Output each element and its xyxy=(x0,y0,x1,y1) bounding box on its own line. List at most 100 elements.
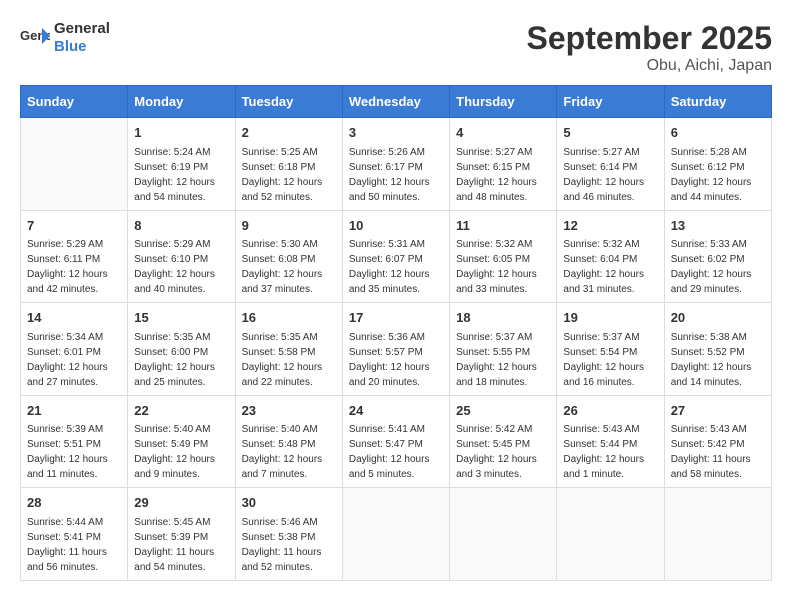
cell-info-line: Sunrise: 5:41 AM xyxy=(349,422,443,437)
cell-info-line: Sunrise: 5:46 AM xyxy=(242,515,336,530)
cell-info-line: Sunset: 5:54 PM xyxy=(563,345,657,360)
cell-info-line: Sunset: 5:42 PM xyxy=(671,437,765,452)
day-number: 25 xyxy=(456,401,550,421)
cell-info-line: Sunset: 5:41 PM xyxy=(27,530,121,545)
day-number: 23 xyxy=(242,401,336,421)
day-cell: 22Sunrise: 5:40 AMSunset: 5:49 PMDayligh… xyxy=(128,395,235,488)
day-cell: 17Sunrise: 5:36 AMSunset: 5:57 PMDayligh… xyxy=(342,303,449,396)
cell-info-line: Daylight: 12 hours xyxy=(242,360,336,375)
cell-content: 21Sunrise: 5:39 AMSunset: 5:51 PMDayligh… xyxy=(27,401,121,483)
weekday-friday: Friday xyxy=(557,86,664,118)
day-number: 30 xyxy=(242,493,336,513)
cell-info-line: Sunrise: 5:37 AM xyxy=(563,330,657,345)
cell-info-line: Sunrise: 5:35 AM xyxy=(134,330,228,345)
weekday-saturday: Saturday xyxy=(664,86,771,118)
day-cell xyxy=(21,118,128,211)
cell-info-line: and 56 minutes. xyxy=(27,560,121,575)
day-number: 3 xyxy=(349,123,443,143)
cell-info-line: Daylight: 12 hours xyxy=(671,175,765,190)
cell-info-line: and 18 minutes. xyxy=(456,375,550,390)
cell-info-line: Daylight: 12 hours xyxy=(671,360,765,375)
cell-info-line: Sunset: 6:17 PM xyxy=(349,160,443,175)
cell-info-line: and 37 minutes. xyxy=(242,282,336,297)
cell-info-line: and 27 minutes. xyxy=(27,375,121,390)
day-cell: 1Sunrise: 5:24 AMSunset: 6:19 PMDaylight… xyxy=(128,118,235,211)
cell-info-line: and 22 minutes. xyxy=(242,375,336,390)
day-cell: 13Sunrise: 5:33 AMSunset: 6:02 PMDayligh… xyxy=(664,210,771,303)
cell-info-line: and 42 minutes. xyxy=(27,282,121,297)
cell-info-line: Sunset: 6:00 PM xyxy=(134,345,228,360)
logo-icon: General xyxy=(20,26,50,50)
cell-content: 26Sunrise: 5:43 AMSunset: 5:44 PMDayligh… xyxy=(563,401,657,483)
day-cell: 19Sunrise: 5:37 AMSunset: 5:54 PMDayligh… xyxy=(557,303,664,396)
cell-info-line: Sunrise: 5:32 AM xyxy=(456,237,550,252)
cell-content: 10Sunrise: 5:31 AMSunset: 6:07 PMDayligh… xyxy=(349,216,443,298)
cell-info-line: and 48 minutes. xyxy=(456,190,550,205)
day-number: 24 xyxy=(349,401,443,421)
weekday-monday: Monday xyxy=(128,86,235,118)
cell-info-line: Sunrise: 5:34 AM xyxy=(27,330,121,345)
day-cell xyxy=(450,488,557,581)
day-cell: 23Sunrise: 5:40 AMSunset: 5:48 PMDayligh… xyxy=(235,395,342,488)
cell-content: 27Sunrise: 5:43 AMSunset: 5:42 PMDayligh… xyxy=(671,401,765,483)
cell-content: 28Sunrise: 5:44 AMSunset: 5:41 PMDayligh… xyxy=(27,493,121,575)
week-row-5: 28Sunrise: 5:44 AMSunset: 5:41 PMDayligh… xyxy=(21,488,772,581)
cell-info-line: and 14 minutes. xyxy=(671,375,765,390)
cell-info-line: Sunset: 5:44 PM xyxy=(563,437,657,452)
cell-info-line: Sunset: 5:47 PM xyxy=(349,437,443,452)
cell-info-line: Sunset: 6:12 PM xyxy=(671,160,765,175)
cell-content: 24Sunrise: 5:41 AMSunset: 5:47 PMDayligh… xyxy=(349,401,443,483)
cell-info-line: Daylight: 12 hours xyxy=(242,267,336,282)
cell-info-line: Sunrise: 5:29 AM xyxy=(27,237,121,252)
cell-content: 11Sunrise: 5:32 AMSunset: 6:05 PMDayligh… xyxy=(456,216,550,298)
weekday-thursday: Thursday xyxy=(450,86,557,118)
day-cell: 24Sunrise: 5:41 AMSunset: 5:47 PMDayligh… xyxy=(342,395,449,488)
day-number: 2 xyxy=(242,123,336,143)
day-cell: 28Sunrise: 5:44 AMSunset: 5:41 PMDayligh… xyxy=(21,488,128,581)
cell-info-line: Sunset: 6:04 PM xyxy=(563,252,657,267)
cell-info-line: Daylight: 12 hours xyxy=(27,452,121,467)
cell-info-line: and 50 minutes. xyxy=(349,190,443,205)
cell-info-line: and 9 minutes. xyxy=(134,467,228,482)
cell-info-line: and 54 minutes. xyxy=(134,190,228,205)
cell-info-line: Daylight: 12 hours xyxy=(563,360,657,375)
month-title: September 2025 xyxy=(527,20,772,57)
cell-info-line: Daylight: 12 hours xyxy=(349,267,443,282)
day-number: 27 xyxy=(671,401,765,421)
day-cell: 21Sunrise: 5:39 AMSunset: 5:51 PMDayligh… xyxy=(21,395,128,488)
cell-info-line: Sunset: 6:10 PM xyxy=(134,252,228,267)
cell-info-line: and 54 minutes. xyxy=(134,560,228,575)
cell-info-line: Sunset: 5:55 PM xyxy=(456,345,550,360)
cell-info-line: Sunrise: 5:40 AM xyxy=(134,422,228,437)
day-cell: 20Sunrise: 5:38 AMSunset: 5:52 PMDayligh… xyxy=(664,303,771,396)
cell-info-line: Sunrise: 5:29 AM xyxy=(134,237,228,252)
logo-general: General xyxy=(54,20,110,37)
cell-content: 2Sunrise: 5:25 AMSunset: 6:18 PMDaylight… xyxy=(242,123,336,205)
cell-info-line: Sunset: 5:38 PM xyxy=(242,530,336,545)
cell-info-line: and 5 minutes. xyxy=(349,467,443,482)
cell-info-line: Daylight: 12 hours xyxy=(242,175,336,190)
week-row-1: 1Sunrise: 5:24 AMSunset: 6:19 PMDaylight… xyxy=(21,118,772,211)
cell-content: 15Sunrise: 5:35 AMSunset: 6:00 PMDayligh… xyxy=(134,308,228,390)
cell-content: 20Sunrise: 5:38 AMSunset: 5:52 PMDayligh… xyxy=(671,308,765,390)
day-number: 17 xyxy=(349,308,443,328)
cell-content: 3Sunrise: 5:26 AMSunset: 6:17 PMDaylight… xyxy=(349,123,443,205)
day-cell: 11Sunrise: 5:32 AMSunset: 6:05 PMDayligh… xyxy=(450,210,557,303)
cell-info-line: Sunrise: 5:39 AM xyxy=(27,422,121,437)
cell-info-line: Daylight: 12 hours xyxy=(349,175,443,190)
cell-info-line: and 7 minutes. xyxy=(242,467,336,482)
cell-info-line: Sunset: 6:01 PM xyxy=(27,345,121,360)
cell-info-line: Sunset: 5:45 PM xyxy=(456,437,550,452)
cell-info-line: Sunrise: 5:45 AM xyxy=(134,515,228,530)
day-number: 1 xyxy=(134,123,228,143)
cell-content: 8Sunrise: 5:29 AMSunset: 6:10 PMDaylight… xyxy=(134,216,228,298)
day-cell: 27Sunrise: 5:43 AMSunset: 5:42 PMDayligh… xyxy=(664,395,771,488)
cell-info-line: and 44 minutes. xyxy=(671,190,765,205)
cell-content: 9Sunrise: 5:30 AMSunset: 6:08 PMDaylight… xyxy=(242,216,336,298)
cell-info-line: Sunset: 6:15 PM xyxy=(456,160,550,175)
day-number: 22 xyxy=(134,401,228,421)
day-cell xyxy=(664,488,771,581)
cell-info-line: and 52 minutes. xyxy=(242,560,336,575)
weekday-tuesday: Tuesday xyxy=(235,86,342,118)
cell-info-line: Sunrise: 5:27 AM xyxy=(563,145,657,160)
